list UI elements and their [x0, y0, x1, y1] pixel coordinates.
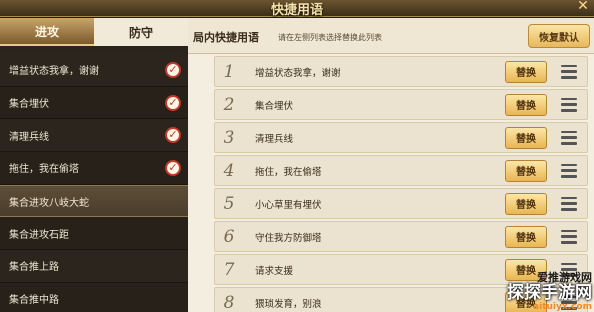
row-number: 2 — [223, 94, 235, 115]
source-item[interactable]: 集合埋伏 ✓ — [0, 86, 188, 120]
source-item-label: 集合推上路 — [9, 262, 59, 274]
row-number: 7 — [223, 259, 235, 280]
panel-title: 局内快捷用语 — [193, 31, 259, 44]
swap-button[interactable]: 替换 — [505, 60, 547, 83]
close-icon[interactable]: ✕ — [576, 0, 590, 14]
source-item[interactable]: 拖住，我在偷塔 ✓ — [0, 152, 188, 185]
drag-handle-icon[interactable] — [561, 97, 577, 112]
row-text: 小心草里有埋伏 — [255, 199, 322, 211]
watermark-line2: 探探手游网 — [507, 283, 592, 303]
source-item[interactable]: 集合进攻石距 — [0, 217, 188, 251]
row-text: 守住我方防御塔 — [255, 232, 322, 244]
phrase-row: 5 小心草里有埋伏 替换 — [214, 188, 588, 219]
drag-handle-icon[interactable] — [561, 196, 577, 211]
row-text: 清理兵线 — [255, 133, 294, 145]
phrase-row: 3 清理兵线 替换 — [214, 122, 588, 153]
source-item-selected[interactable]: 集合进攻八岐大蛇 — [0, 184, 188, 218]
panel-hint: 请在左侧列表选择替换此列表 — [278, 33, 382, 42]
window-title: 快捷用语 — [270, 3, 323, 18]
checkmark-icon: ✓ — [165, 159, 181, 176]
source-item[interactable]: 清理兵线 ✓ — [0, 119, 188, 153]
watermark: 爱推游戏网 探探手游网 aituiyx.com — [507, 272, 592, 312]
phrase-row: 6 守住我方防御塔 替换 — [214, 221, 588, 252]
source-item-label: 集合进攻石距 — [9, 229, 69, 241]
row-number: 3 — [223, 127, 235, 148]
row-number: 5 — [223, 193, 235, 214]
source-item-label: 集合埋伏 — [9, 99, 49, 111]
tab-defense[interactable]: 防守 — [94, 18, 188, 46]
left-panel: 进攻 防守 增益状态我拿，谢谢 ✓ 集合埋伏 ✓ 清理兵线 ✓ 拖住，我在偷塔 … — [0, 18, 188, 312]
drag-handle-icon[interactable] — [561, 64, 577, 79]
source-item-label: 集合进攻八岐大蛇 — [9, 197, 89, 209]
row-text: 请求支援 — [255, 265, 294, 277]
row-text: 拖住，我在偷塔 — [255, 166, 322, 178]
row-number: 6 — [223, 226, 235, 247]
right-panel: 局内快捷用语 请在左侧列表选择替换此列表 恢复默认 1 增益状态我拿，谢谢 替换… — [188, 18, 594, 312]
row-text: 猥琐发育，别浪 — [255, 298, 322, 310]
row-text: 增益状态我拿，谢谢 — [255, 67, 341, 79]
drag-handle-icon[interactable] — [561, 229, 577, 244]
row-number: 4 — [223, 160, 235, 181]
phrase-source-list: 增益状态我拿，谢谢 ✓ 集合埋伏 ✓ 清理兵线 ✓ 拖住，我在偷塔 ✓ 集合进攻… — [0, 54, 188, 312]
checkmark-icon: ✓ — [165, 127, 181, 144]
source-item-label: 拖住，我在偷塔 — [9, 164, 79, 176]
swap-button[interactable]: 替换 — [505, 93, 547, 116]
checkmark-icon: ✓ — [165, 61, 181, 78]
phrase-row: 2 集合埋伏 替换 — [214, 89, 588, 120]
checkmark-icon: ✓ — [165, 94, 181, 111]
watermark-url: aituiyx.com — [533, 302, 592, 312]
source-item[interactable]: 集合推中路 — [0, 282, 188, 312]
drag-handle-icon[interactable] — [561, 130, 577, 145]
phrase-row: 4 拖住，我在偷塔 替换 — [214, 155, 588, 186]
tab-attack[interactable]: 进攻 — [0, 18, 94, 46]
title-bar: 快捷用语 ✕ — [0, 0, 594, 18]
swap-button[interactable]: 替换 — [505, 225, 547, 248]
source-item[interactable]: 增益状态我拿，谢谢 ✓ — [0, 54, 188, 87]
swap-button[interactable]: 替换 — [505, 159, 547, 182]
row-number: 8 — [223, 292, 235, 312]
right-header: 局内快捷用语 请在左侧列表选择替换此列表 恢复默认 — [188, 18, 594, 54]
swap-button[interactable]: 替换 — [505, 192, 547, 215]
drag-handle-icon[interactable] — [561, 163, 577, 178]
source-item[interactable]: 集合推上路 — [0, 250, 188, 283]
swap-button[interactable]: 替换 — [505, 126, 547, 149]
row-number: 1 — [223, 61, 235, 82]
source-item-label: 集合推中路 — [9, 295, 59, 307]
tab-bar: 进攻 防守 — [0, 18, 188, 46]
source-item-label: 增益状态我拿，谢谢 — [9, 66, 99, 78]
restore-default-button[interactable]: 恢复默认 — [528, 24, 590, 48]
source-item-label: 清理兵线 — [9, 131, 49, 143]
phrase-row: 1 增益状态我拿，谢谢 替换 — [214, 56, 588, 87]
row-text: 集合埋伏 — [255, 100, 294, 112]
